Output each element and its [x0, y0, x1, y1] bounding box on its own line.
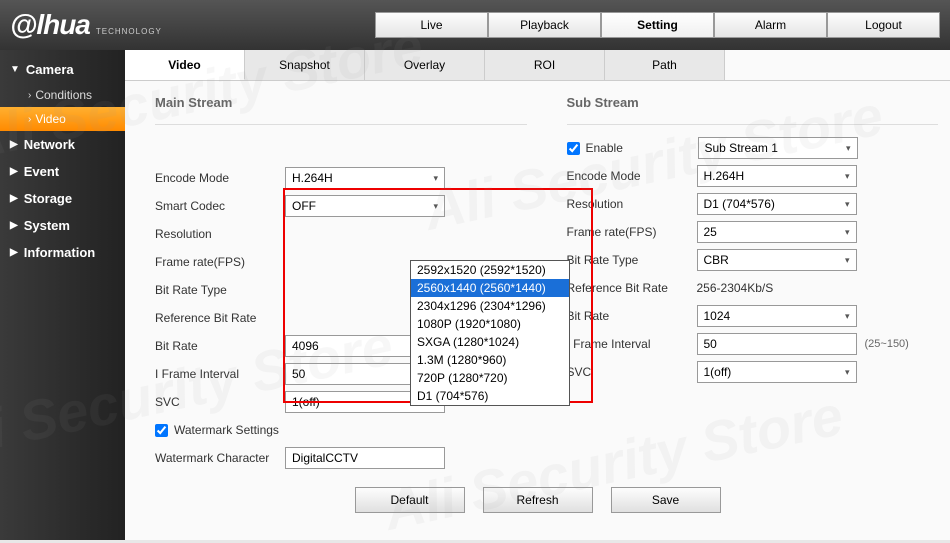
sidebar-information[interactable]: ▶Information: [0, 239, 125, 266]
sidebar-system[interactable]: ▶System: [0, 212, 125, 239]
tab-snapshot[interactable]: Snapshot: [245, 50, 365, 80]
chevron-down-icon: ▾: [845, 311, 850, 322]
bit-rate-type-label: Bit Rate Type: [155, 283, 285, 297]
sub-iframe-label: I Frame Interval: [567, 337, 697, 351]
chevron-down-icon: ▾: [845, 171, 850, 182]
resolution-dropdown[interactable]: 2592x1520 (2592*1520) 2560x1440 (2560*14…: [410, 260, 570, 406]
resolution-option[interactable]: 2560x1440 (2560*1440): [411, 279, 569, 297]
sub-encode-mode-label: Encode Mode: [567, 169, 697, 183]
sub-bit-rate-select[interactable]: 1024▾: [697, 305, 857, 327]
logo: @lhua TECHNOLOGY: [10, 9, 162, 41]
content: Video Snapshot Overlay ROI Path Main Str…: [125, 50, 950, 540]
watermark-settings-label: Watermark Settings: [174, 423, 279, 437]
tab-video[interactable]: Video: [125, 50, 245, 80]
chevron-right-icon: ▶: [10, 247, 18, 258]
sub-encode-mode-select[interactable]: H.264H▾: [697, 165, 857, 187]
sub-iframe-note: (25~150): [865, 338, 909, 350]
header: @lhua TECHNOLOGY Live Playback Setting A…: [0, 0, 950, 50]
sub-bit-rate-label: Bit Rate: [567, 309, 697, 323]
sub-resolution-label: Resolution: [567, 197, 697, 211]
sub-stream-panel: Sub Stream EnableSub Stream 1▾ Encode Mo…: [567, 95, 939, 473]
svc-label: SVC: [155, 395, 285, 409]
tab-overlay[interactable]: Overlay: [365, 50, 485, 80]
chevron-down-icon: ▾: [845, 255, 850, 266]
chevron-down-icon: ▾: [845, 227, 850, 238]
resolution-option[interactable]: 2592x1520 (2592*1520): [411, 261, 569, 279]
nav-alarm[interactable]: Alarm: [714, 12, 827, 38]
sidebar-event[interactable]: ▶Event: [0, 158, 125, 185]
sub-frame-rate-select[interactable]: 25▾: [697, 221, 857, 243]
resolution-option[interactable]: 720P (1280*720): [411, 369, 569, 387]
tab-path[interactable]: Path: [605, 50, 725, 80]
resolution-option[interactable]: SXGA (1280*1024): [411, 333, 569, 351]
subtabs: Video Snapshot Overlay ROI Path: [125, 50, 950, 81]
refresh-button[interactable]: Refresh: [483, 487, 593, 513]
sub-stream-title: Sub Stream: [567, 95, 939, 110]
smart-codec-select[interactable]: OFF▾: [285, 195, 445, 217]
nav-setting[interactable]: Setting: [601, 12, 714, 38]
enable-label: Enable: [586, 141, 698, 155]
chevron-down-icon: ▾: [433, 173, 438, 184]
resolution-option[interactable]: D1 (704*576): [411, 387, 569, 405]
sub-svc-select[interactable]: 1(off)▾: [697, 361, 857, 383]
sub-bit-rate-type-label: Bit Rate Type: [567, 253, 697, 267]
chevron-down-icon: ▾: [846, 143, 851, 154]
nav-playback[interactable]: Playback: [488, 12, 601, 38]
top-nav: Live Playback Setting Alarm Logout: [375, 12, 940, 38]
sub-ref-bit-rate-label: Reference Bit Rate: [567, 281, 697, 295]
resolution-label: Resolution: [155, 227, 285, 241]
encode-mode-select[interactable]: H.264H▾: [285, 167, 445, 189]
bit-rate-label: Bit Rate: [155, 339, 285, 353]
save-button[interactable]: Save: [611, 487, 721, 513]
main-stream-title: Main Stream: [155, 95, 527, 110]
enable-checkbox[interactable]: [567, 142, 580, 155]
sidebar-camera[interactable]: ▼Camera: [0, 56, 125, 83]
chevron-right-icon: ▶: [10, 193, 18, 204]
sub-iframe-input[interactable]: 50: [697, 333, 857, 355]
chevron-down-icon: ▾: [845, 199, 850, 210]
sidebar-network[interactable]: ▶Network: [0, 131, 125, 158]
resolution-option[interactable]: 1.3M (1280*960): [411, 351, 569, 369]
sub-bit-rate-type-select[interactable]: CBR▾: [697, 249, 857, 271]
nav-logout[interactable]: Logout: [827, 12, 940, 38]
sidebar-item-video[interactable]: ›Video: [0, 107, 125, 131]
frame-rate-label: Frame rate(FPS): [155, 255, 285, 269]
resolution-option[interactable]: 2304x1296 (2304*1296): [411, 297, 569, 315]
chevron-right-icon: ›: [28, 114, 31, 125]
chevron-right-icon: ▶: [10, 166, 18, 177]
tab-roi[interactable]: ROI: [485, 50, 605, 80]
sidebar-storage[interactable]: ▶Storage: [0, 185, 125, 212]
chevron-down-icon: ▾: [845, 367, 850, 378]
default-button[interactable]: Default: [355, 487, 465, 513]
encode-mode-label: Encode Mode: [155, 171, 285, 185]
watermark-char-input[interactable]: DigitalCCTV: [285, 447, 445, 469]
sub-svc-label: SVC: [567, 365, 697, 379]
watermark-char-label: Watermark Character: [155, 451, 285, 465]
chevron-down-icon: ▾: [433, 201, 438, 212]
watermark-checkbox[interactable]: [155, 424, 168, 437]
sub-stream-select[interactable]: Sub Stream 1▾: [698, 137, 858, 159]
sidebar-item-conditions[interactable]: ›Conditions: [0, 83, 125, 107]
chevron-down-icon: ▼: [10, 64, 20, 75]
chevron-right-icon: ▶: [10, 139, 18, 150]
chevron-right-icon: ›: [28, 90, 31, 101]
nav-live[interactable]: Live: [375, 12, 488, 38]
chevron-right-icon: ▶: [10, 220, 18, 231]
ref-bit-rate-label: Reference Bit Rate: [155, 311, 285, 325]
resolution-option[interactable]: 1080P (1920*1080): [411, 315, 569, 333]
action-buttons: Default Refresh Save: [125, 487, 950, 513]
smart-codec-label: Smart Codec: [155, 199, 285, 213]
iframe-label: I Frame Interval: [155, 367, 285, 381]
sub-ref-bit-rate-value: 256-2304Kb/S: [697, 281, 774, 295]
sidebar: ▼Camera ›Conditions ›Video ▶Network ▶Eve…: [0, 50, 125, 540]
logo-subtitle: TECHNOLOGY: [96, 27, 162, 36]
sub-resolution-select[interactable]: D1 (704*576)▾: [697, 193, 857, 215]
sub-frame-rate-label: Frame rate(FPS): [567, 225, 697, 239]
